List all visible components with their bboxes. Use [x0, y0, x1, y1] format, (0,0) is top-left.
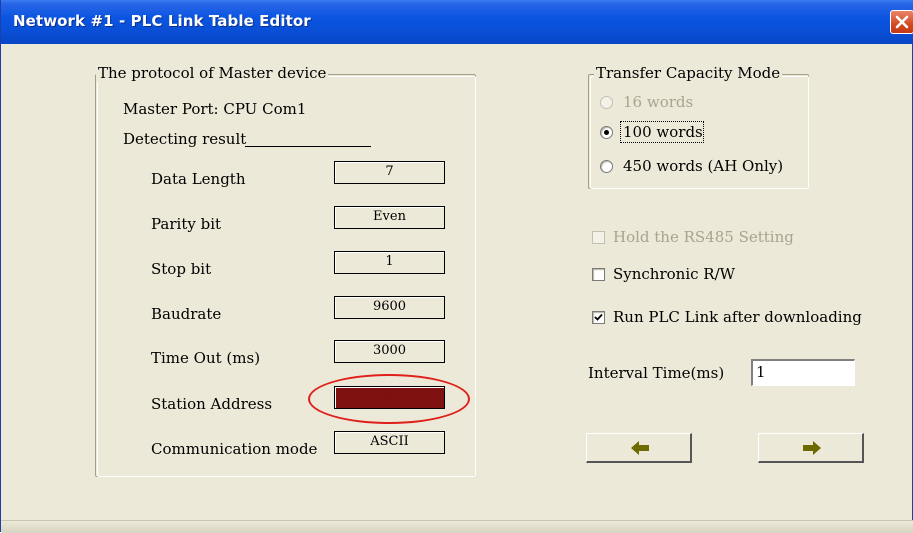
checkbox-run-plc-link[interactable] [592, 311, 605, 324]
radio-16-words[interactable] [600, 96, 613, 109]
field-label-communication-mode: Communication mode [151, 440, 318, 458]
dialog-bottom-edge [1, 520, 913, 533]
radio-450-words[interactable] [600, 160, 613, 173]
field-value-baudrate: 9600 [334, 296, 445, 319]
field-label-baudrate: Baudrate [151, 305, 222, 323]
checkbox-hold-rs485[interactable] [592, 231, 605, 244]
detecting-result-label: Detecting result [123, 130, 247, 148]
focus-rectangle [620, 121, 704, 143]
arrow-left-icon [631, 441, 649, 455]
field-label-time-out: Time Out (ms) [151, 349, 261, 367]
window-title: Network #1 - PLC Link Table Editor [13, 12, 311, 30]
checkbox-synchronic-rw[interactable] [592, 268, 605, 281]
field-label-parity-bit: Parity bit [151, 215, 222, 233]
transfer-capacity-legend: Transfer Capacity Mode [594, 64, 783, 82]
close-button[interactable] [890, 10, 913, 34]
title-bar[interactable]: Network #1 - PLC Link Table Editor [1, 0, 913, 44]
arrow-right-icon [803, 441, 821, 455]
field-value-time-out: 3000 [334, 340, 445, 363]
checkmark-icon [594, 313, 603, 321]
field-value-communication-mode: ASCII [334, 431, 445, 454]
detecting-result-underline [245, 146, 371, 147]
checkbox-label-hold-rs485: Hold the RS485 Setting [613, 228, 794, 246]
field-value-parity-bit: Even [334, 206, 445, 229]
checkbox-label-synchronic-rw: Synchronic R/W [613, 265, 736, 283]
checkbox-label-run-plc-link: Run PLC Link after downloading [613, 308, 862, 326]
field-value-data-length: 7 [334, 161, 445, 184]
field-label-stop-bit: Stop bit [151, 260, 212, 278]
master-protocol-legend: The protocol of Master device [96, 64, 329, 82]
field-label-station-address: Station Address [151, 395, 273, 413]
back-button[interactable] [586, 433, 692, 463]
radio-100-words[interactable] [600, 126, 613, 139]
master-port-label: Master Port: CPU Com1 [123, 100, 307, 118]
field-value-stop-bit: 1 [334, 251, 445, 274]
radio-label-16-words: 16 words [623, 93, 694, 111]
interval-time-label: Interval Time(ms) [588, 364, 725, 382]
interval-time-input[interactable]: 1 [751, 359, 855, 386]
next-button[interactable] [758, 433, 864, 463]
station-address-annotation-circle [308, 374, 470, 424]
radio-label-450-words: 450 words (AH Only) [623, 157, 784, 175]
dialog-window: Network #1 - PLC Link Table Editor The p… [0, 0, 913, 533]
field-label-data-length: Data Length [151, 170, 246, 188]
radio-selected-dot [604, 130, 609, 135]
close-icon [895, 15, 909, 29]
